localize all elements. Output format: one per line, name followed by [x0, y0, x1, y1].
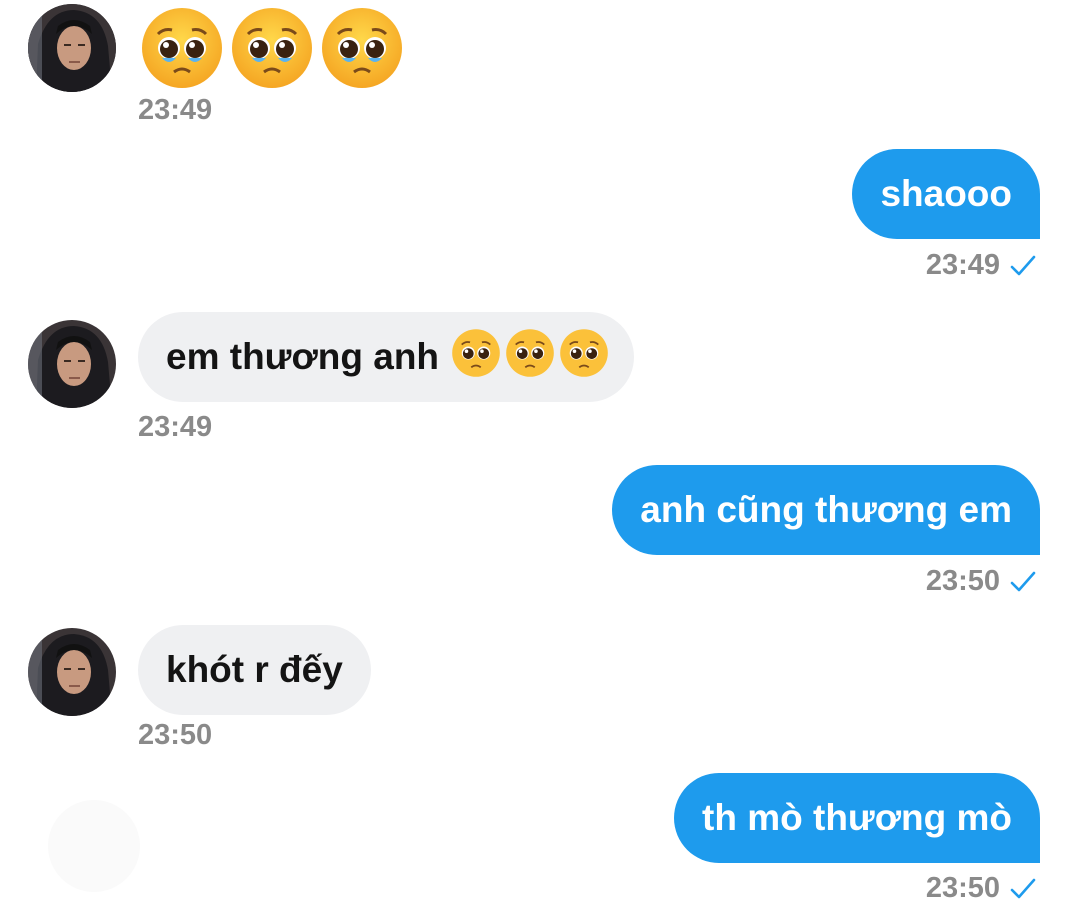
pleading-face-icon	[451, 328, 501, 387]
outgoing-message-bubble[interactable]: anh cũng thương em	[612, 465, 1040, 555]
message-text: th mò thương mò	[702, 797, 1012, 838]
pleading-face-icon	[559, 328, 609, 387]
pleading-face-icon	[320, 6, 404, 95]
contact-avatar[interactable]	[28, 320, 116, 408]
contact-avatar[interactable]	[28, 4, 116, 92]
message-text: khót r đếy	[166, 649, 343, 690]
avatar-placeholder	[48, 800, 140, 892]
message-timestamp: 23:50	[138, 719, 213, 751]
message-meta: 23:49	[926, 251, 1036, 280]
message-timestamp: 23:49	[138, 94, 213, 126]
contact-avatar[interactable]	[28, 628, 116, 716]
pleading-face-icon	[505, 328, 555, 387]
outgoing-message-bubble[interactable]: shaooo	[852, 149, 1040, 239]
pleading-face-icon	[140, 6, 224, 95]
message-text: em thương anh	[166, 336, 440, 377]
sent-check-icon	[1010, 877, 1036, 901]
sent-check-icon	[1010, 254, 1036, 278]
emoji-group	[451, 328, 609, 387]
message-timestamp: 23:50	[925, 872, 1000, 904]
message-meta: 23:50	[926, 567, 1036, 596]
message-timestamp: 23:49	[925, 249, 1000, 281]
sent-check-icon	[1010, 570, 1036, 594]
emoji-message	[140, 6, 404, 95]
outgoing-message-bubble[interactable]: th mò thương mò	[674, 773, 1040, 863]
pleading-face-icon	[230, 6, 314, 95]
message-meta: 23:50	[926, 874, 1036, 903]
message-timestamp: 23:50	[925, 565, 1000, 597]
chat-thread: 23:49 shaooo 23:49 em thương anh 23:49 a…	[0, 0, 1080, 911]
message-text: anh cũng thương em	[640, 489, 1012, 530]
message-text: shaooo	[880, 173, 1012, 214]
message-timestamp: 23:49	[138, 411, 213, 443]
incoming-message-bubble[interactable]: em thương anh	[138, 312, 634, 402]
incoming-message-bubble[interactable]: khót r đếy	[138, 625, 371, 715]
